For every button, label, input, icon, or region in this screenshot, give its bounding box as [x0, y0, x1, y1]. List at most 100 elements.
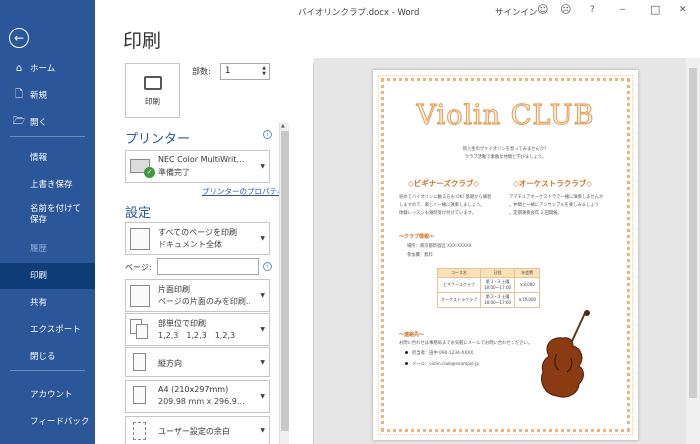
preview-page: Violin CLUB 新入生のヴァイオリンを習ってみませんか？ クラブ活動で素… [373, 70, 638, 440]
nav-item-0[interactable]: ⌂ ホーム [0, 55, 95, 81]
print-button[interactable]: 印刷 [125, 63, 180, 118]
nav-item-11[interactable]: アカウント [0, 382, 95, 408]
margins-dropdown[interactable]: ユーザー設定の余白 ▼ [125, 416, 270, 444]
back-arrow-icon[interactable]: ← [9, 28, 29, 48]
copies-input[interactable]: 1 ▲ ▼ [220, 63, 270, 80]
nav-item-8[interactable]: 共有 [0, 290, 95, 316]
spinner-icon[interactable]: ▲ ▼ [262, 65, 266, 77]
collate-label: 部単位で印刷 [158, 319, 206, 328]
orientation-label: 縦方向 [158, 359, 182, 368]
table-header-cell: コース名 [437, 268, 481, 278]
print-range-dropdown[interactable]: すべてのページを印刷 ドキュメント全体 ▼ [125, 222, 270, 255]
beginners-text-2: しますので、楽しく一緒に演奏しましょう。 [399, 203, 485, 208]
nav-item-2[interactable]: 🗁 開く [0, 109, 95, 135]
window-title: バイオリンクラブ.docx - Word [298, 8, 420, 18]
table-cell: 第 2・4 土曜 18:00～17:00 [479, 292, 516, 308]
chevron-down-icon: ▼ [260, 163, 265, 170]
paper-size-dropdown[interactable]: A4 (210x297mm) 209.98 mm x 296.9… ▼ [125, 380, 270, 413]
print-range-label: すべてのページを印刷 [158, 228, 237, 237]
table-header-cell: 年会費 [514, 268, 541, 278]
bullet-icon [405, 351, 408, 354]
paper-size-label: A4 (210x297mm) [158, 385, 229, 394]
printer-icon [143, 76, 162, 90]
collate-icon [130, 319, 150, 341]
sides-dropdown[interactable]: 片面印刷 ページの片面のみを印刷… ▼ [125, 279, 270, 312]
nav-item-10[interactable]: 閉じる [0, 344, 95, 370]
paper-size-detail: 209.98 mm x 296.9… [158, 397, 245, 406]
smile-icon[interactable]: ☺ [537, 3, 548, 16]
portrait-icon [133, 353, 146, 371]
schedule-time: 18:00～17:00 [484, 285, 512, 290]
nav-item-label: ホーム [30, 64, 56, 74]
maximize-button[interactable]: □ [650, 3, 660, 16]
nav-item-label: 閉じる [30, 351, 56, 362]
printer-dropdown[interactable]: ✓ NEC Color MultiWrit… 準備完了 ▼ [125, 150, 270, 183]
table-row: オーケストラクラブ 第 2・4 土曜 18:00～17:00 ￥10,000 [437, 292, 541, 308]
table-header-row: コース名 日程 年会費 [437, 268, 541, 278]
club-info-place: 場所：東京都新宿区 XXX-XXXXX [407, 244, 472, 249]
schedule-time: 18:00～17:00 [484, 300, 512, 305]
orchestra-text-1: アマチュアオーケストラで一緒に演奏しませんか [509, 195, 604, 200]
preview-scrollbar[interactable] [686, 58, 700, 444]
table-cell: オーケストラクラブ [437, 292, 481, 308]
help-button[interactable]: ? [590, 5, 595, 15]
nav-item-6: 履歴 [0, 236, 95, 262]
print-button-label: 印刷 [145, 97, 160, 106]
orientation-dropdown[interactable]: 縦方向 ▼ [125, 347, 270, 377]
pages-label: ページ: [125, 263, 152, 272]
sign-in-link[interactable]: サインイン [495, 6, 538, 18]
nav-item-7[interactable]: 印刷 [0, 263, 95, 289]
printer-ready-icon: ✓ [130, 159, 155, 178]
table-header-cell: 日程 [479, 268, 516, 278]
table-cell: ビギナーズクラブ [437, 277, 481, 293]
info-icon[interactable]: i [263, 262, 272, 271]
margins-icon [133, 422, 146, 440]
nav-item-label: 開く [30, 118, 48, 128]
nav-item-label: 履歴 [30, 243, 48, 254]
club-info-fee: 参加費：無料 [407, 253, 433, 258]
scrollbar-thumb[interactable] [281, 131, 289, 431]
close-button[interactable]: ✕ [679, 5, 687, 15]
nav-item-label: 情報 [30, 152, 48, 163]
minimize-button[interactable]: ─ [620, 5, 625, 14]
info-icon[interactable]: i [263, 130, 272, 139]
page-title: 印刷 [123, 30, 162, 52]
nav-item-9[interactable]: エクスポート [0, 317, 95, 343]
nav-item-1[interactable]: 🗋 新規 [0, 82, 95, 108]
collate-dropdown[interactable]: 部単位で印刷 1,2,3 1,2,3 1,2,3 ▼ [125, 313, 270, 346]
schedule-table: コース名 日程 年会費 ビギナーズクラブ 第 1・3 土曜 18:00～17:00… [437, 268, 541, 308]
intro-line-2: クラブ活動で素敵な仲間と学びましょう。 [464, 155, 547, 160]
nav-item-label: 名前を付けて保存 [30, 204, 82, 225]
word-backstage-print-view: ← ⌂ ホーム 🗋 新規 🗁 開く 情報 上書き保存 名前を付けて保存 履歴 印刷 共有 エクスポート閉… [0, 0, 700, 444]
nav-item-label: 上書き保存 [30, 179, 73, 190]
chevron-down-icon: ▼ [260, 427, 265, 434]
violin-image [541, 310, 590, 398]
settings-section-title: 設定 [125, 206, 152, 221]
nav-item-4[interactable]: 上書き保存 [0, 172, 95, 198]
nav-item-label: 共有 [30, 297, 48, 308]
club-info-heading: ～クラブ情報～ [399, 234, 435, 240]
scroll-up-icon[interactable]: ▲ [281, 123, 285, 129]
schedule-day: 第 1・3 土曜 [485, 279, 510, 284]
chevron-down-icon: ▼ [260, 393, 265, 400]
printer-name: NEC Color MultiWrit… [158, 155, 245, 164]
table-row: ビギナーズクラブ 第 1・3 土曜 18:00～17:00 ￥8,000 [437, 277, 541, 293]
document-heading: Violin CLUB [416, 99, 595, 131]
title-bar: バイオリンクラブ.docx - Word サインイン ☺ ☹ ? ─ □ ✕ [95, 0, 700, 24]
collate-detail: 1,2,3 1,2,3 1,2,3 [158, 331, 236, 340]
settings-scrollbar[interactable]: ▲ [279, 123, 289, 444]
nav-divider [10, 136, 85, 137]
frown-icon[interactable]: ☹ [560, 3, 571, 16]
nav-item-5[interactable]: 名前を付けて保存 [0, 199, 95, 231]
scrollbar-thumb[interactable] [689, 68, 697, 398]
nav-item-12[interactable]: フィードバック [0, 409, 95, 435]
nav-item-3[interactable]: 情報 [0, 145, 95, 171]
printer-properties-link[interactable]: プリンターのプロパティ [202, 186, 284, 197]
beginners-club-heading: ◇ビギナーズクラブ◇ [408, 179, 480, 188]
margins-label: ユーザー設定の余白 [158, 427, 230, 436]
open-folder-icon: 🗁 [12, 115, 26, 127]
printer-status: 準備完了 [158, 168, 190, 177]
contact-intro: お問い合わせは事務局までお気軽にメールでお問い合わせください。 [399, 341, 533, 346]
contact-line-1: 担当者：田中 090-1234-XXXX [405, 350, 473, 356]
pages-input[interactable] [157, 258, 259, 275]
